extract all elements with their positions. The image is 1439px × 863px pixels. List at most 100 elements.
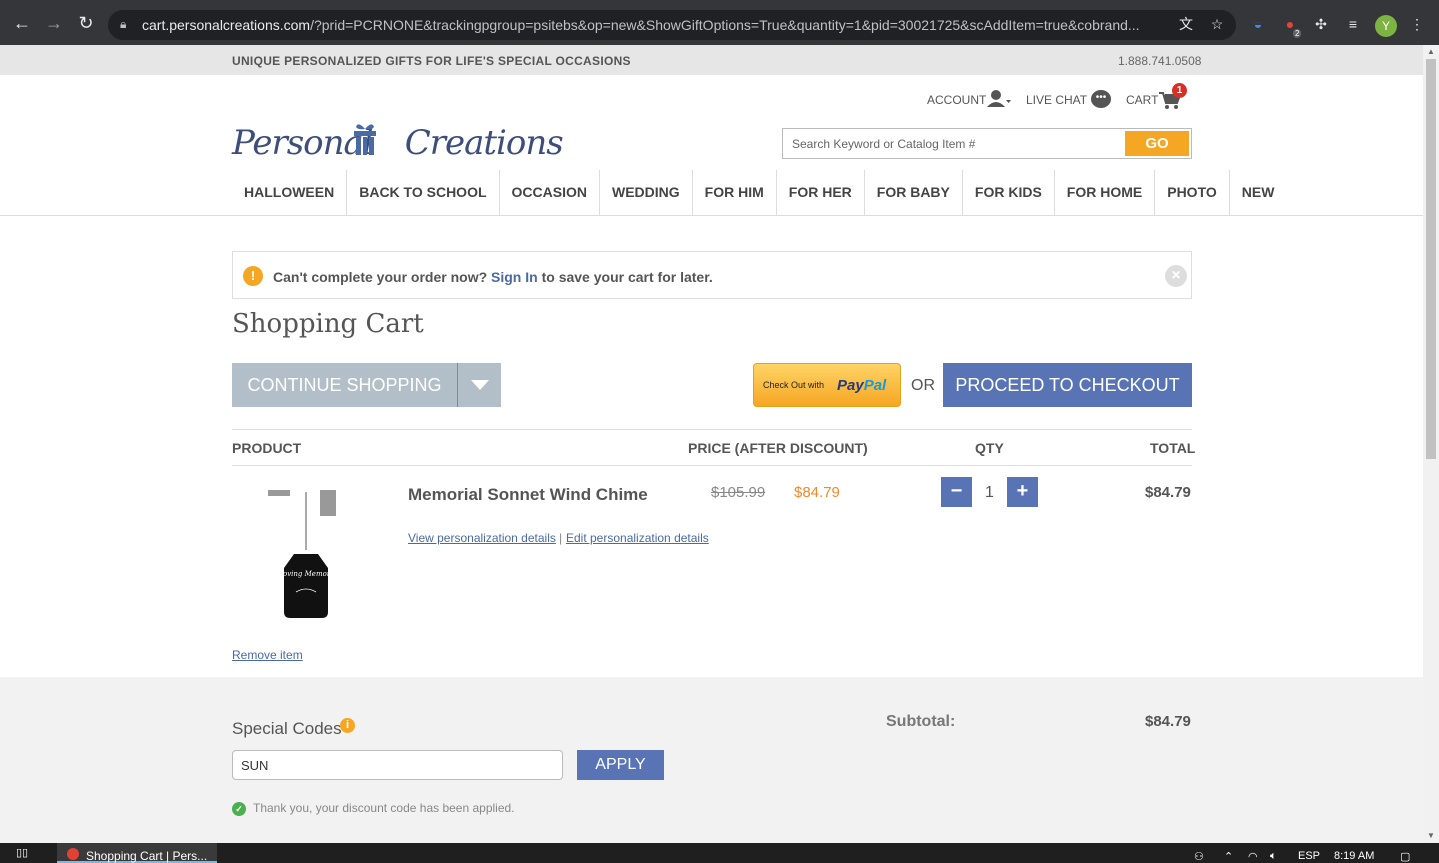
continue-shopping-button[interactable]: CONTINUE SHOPPING: [232, 363, 457, 407]
logo-text-right: Creations: [404, 123, 564, 163]
account-icon[interactable]: [987, 89, 1011, 109]
scroll-thumb[interactable]: [1426, 59, 1436, 459]
forward-icon[interactable]: →: [44, 13, 64, 33]
discounted-price: $84.79: [794, 484, 840, 501]
notifications-icon[interactable]: ▢: [1400, 850, 1410, 863]
nav-item-occasion[interactable]: OCCASION: [500, 170, 600, 215]
phone-number: 1.888.741.0508: [1118, 54, 1202, 68]
quantity-value: 1: [985, 484, 994, 501]
nav-item-for-him[interactable]: FOR HIM: [693, 170, 777, 215]
apply-code-button[interactable]: APPLY: [577, 750, 664, 780]
special-code-input[interactable]: [232, 750, 563, 780]
tray-chevron-icon[interactable]: ⌃: [1224, 850, 1233, 863]
task-view-icon[interactable]: ▯▯: [16, 847, 36, 859]
browser-toolbar: ← → ↻ 🔒︎ cart.personalcreations.com/?pri…: [0, 0, 1439, 45]
taskbar-app-title: Shopping Cart | Pers...: [86, 849, 208, 863]
remove-item-link[interactable]: Remove item: [232, 648, 303, 662]
live-chat-link[interactable]: LIVE CHAT: [1026, 93, 1087, 107]
page-scrollbar[interactable]: ▲ ▼: [1423, 45, 1439, 843]
language-indicator[interactable]: ESP: [1298, 850, 1320, 862]
quantity-increase-button[interactable]: +: [1007, 477, 1038, 507]
clock[interactable]: 8:19 AM: [1334, 850, 1374, 862]
account-label: ACCOUNT: [927, 93, 987, 107]
back-icon[interactable]: ←: [12, 13, 32, 33]
chat-icon[interactable]: •••: [1091, 90, 1111, 108]
special-codes-label: Special Codes: [232, 719, 342, 738]
row-total: $84.79: [1145, 484, 1191, 501]
url-text[interactable]: cart.personalcreations.com/?prid=PCRNONE…: [142, 17, 1162, 33]
code-applied-message: Thank you, your discount code has been a…: [253, 801, 515, 815]
nav-item-for-baby[interactable]: FOR BABY: [865, 170, 963, 215]
main-nav: HALLOWEEN BACK TO SCHOOL OCCASION WEDDIN…: [232, 170, 1286, 215]
product-name: Memorial Sonnet Wind Chime: [408, 485, 648, 504]
nav-item-back-to-school[interactable]: BACK TO SCHOOL: [347, 170, 500, 215]
or-separator: OR: [911, 377, 935, 394]
search-go-button[interactable]: GO: [1125, 131, 1189, 156]
search-input[interactable]: [783, 129, 1123, 158]
chevron-down-icon[interactable]: [457, 363, 501, 407]
logo[interactable]: Personal Creations: [232, 123, 564, 163]
star-icon[interactable]: ☆: [1208, 15, 1226, 33]
extension-icon[interactable]: ◒: [1249, 15, 1267, 33]
taskbar-chrome-app[interactable]: Shopping Cart | Pers...: [57, 843, 217, 863]
reading-list-icon[interactable]: ≡: [1344, 15, 1362, 33]
menu-icon[interactable]: ⋮: [1408, 15, 1426, 33]
search-box: GO: [782, 128, 1192, 159]
nav-item-new[interactable]: NEW: [1230, 170, 1287, 215]
people-icon[interactable]: ⚇: [1194, 850, 1204, 863]
column-header-qty: QTY: [975, 440, 1004, 456]
subtotal-value: $84.79: [1145, 713, 1191, 730]
product-image[interactable]: In Loving Memory of: [266, 488, 346, 622]
wifi-icon[interactable]: ◠: [1248, 850, 1258, 863]
subtotal-label: Subtotal:: [886, 713, 956, 730]
puzzle-icon[interactable]: ✣: [1312, 15, 1330, 33]
nav-item-wedding[interactable]: WEDDING: [600, 170, 693, 215]
nav-item-for-her[interactable]: FOR HER: [777, 170, 865, 215]
paypal-logo-pay: Pay: [837, 377, 864, 394]
lock-icon: 🔒︎: [120, 17, 127, 31]
live-chat-label: LIVE CHAT: [1026, 93, 1088, 107]
original-price: $105.99: [711, 484, 766, 501]
column-header-price: PRICE (AFTER DISCOUNT): [688, 440, 868, 456]
nav-item-for-home[interactable]: FOR HOME: [1055, 170, 1156, 215]
top-strip: UNIQUE PERSONALIZED GIFTS FOR LIFE'S SPE…: [0, 45, 1423, 75]
translate-icon[interactable]: 文: [1177, 15, 1195, 33]
sign-in-link[interactable]: Sign In: [491, 269, 538, 285]
chrome-icon: [67, 848, 79, 860]
web-page: UNIQUE PERSONALIZED GIFTS FOR LIFE'S SPE…: [0, 45, 1423, 843]
cart-count-badge: 1: [1172, 83, 1187, 98]
proceed-to-checkout-button[interactable]: PROCEED TO CHECKOUT: [943, 363, 1192, 407]
product-image-text: In Loving Memory of: [268, 570, 345, 578]
table-header-border: [232, 465, 1192, 466]
edit-personalization-link[interactable]: Edit personalization details: [566, 531, 709, 545]
nav-item-for-kids[interactable]: FOR KIDS: [963, 170, 1055, 215]
tagline: UNIQUE PERSONALIZED GIFTS FOR LIFE'S SPE…: [232, 54, 631, 68]
scroll-down-icon[interactable]: ▼: [1423, 829, 1439, 843]
profile-avatar[interactable]: Y: [1375, 15, 1397, 37]
cart-link[interactable]: CART: [1126, 93, 1158, 107]
quantity-decrease-button[interactable]: −: [941, 477, 972, 507]
paypal-checkout-button[interactable]: Check Out with PayPal: [753, 363, 901, 407]
windows-taskbar: ▯▯ Shopping Cart | Pers... ⚇ ⌃ ◠ 🔈︎ ESP …: [0, 843, 1439, 863]
info-icon[interactable]: i: [340, 718, 355, 733]
link-separator: |: [559, 531, 563, 545]
scroll-up-icon[interactable]: ▲: [1423, 45, 1439, 59]
gift-icon: [354, 124, 376, 155]
nav-item-halloween[interactable]: HALLOWEEN: [232, 170, 348, 215]
view-personalization-link[interactable]: View personalization details: [408, 531, 556, 545]
account-link[interactable]: ACCOUNT: [927, 93, 986, 107]
notice-suffix: to save your cart for later.: [537, 269, 713, 285]
notice-prefix: Can't complete your order now?: [273, 269, 492, 285]
cart-label: CART: [1126, 93, 1159, 107]
nav-item-photo[interactable]: PHOTO: [1155, 170, 1230, 215]
save-cart-notice: ! Can't complete your order now? Sign In…: [232, 251, 1192, 299]
paypal-logo-pal: Pal: [863, 377, 887, 394]
reload-icon[interactable]: ↻: [76, 13, 96, 33]
cart-summary-section: [0, 677, 1423, 843]
extension-count: 2: [1293, 29, 1302, 38]
url-path: /?prid=PCRNONE&trackingpgroup=psitebs&op…: [310, 17, 1140, 33]
close-icon[interactable]: ×: [1165, 265, 1187, 287]
paypal-prefix: Check Out with: [763, 380, 825, 390]
url-host: cart.personalcreations.com: [142, 17, 311, 33]
volume-icon[interactable]: 🔈︎: [1270, 850, 1277, 863]
